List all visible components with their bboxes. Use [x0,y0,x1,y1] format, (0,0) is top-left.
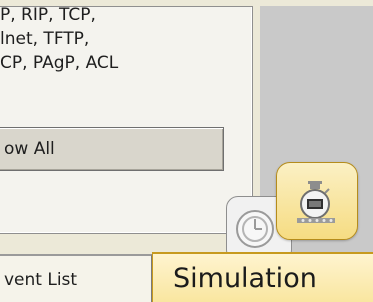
filter-line: lnet, TFTP, [0,29,90,49]
simulation-tab[interactable]: Simulation [152,252,373,302]
event-filters-text: P, RIP, TCP, lnet, TFTP, CP, PAgP, ACL [0,3,118,75]
stopwatch-icon [297,181,335,223]
event-filters-panel: P, RIP, TCP, lnet, TFTP, CP, PAgP, ACL o… [0,3,253,234]
event-list-tab[interactable]: vent List [0,254,152,302]
filter-line: CP, PAgP, ACL [0,53,119,73]
filter-line: P, RIP, TCP, [0,5,96,25]
show-all-button[interactable]: ow All [0,127,224,171]
simulation-mode-tab[interactable] [276,162,358,240]
